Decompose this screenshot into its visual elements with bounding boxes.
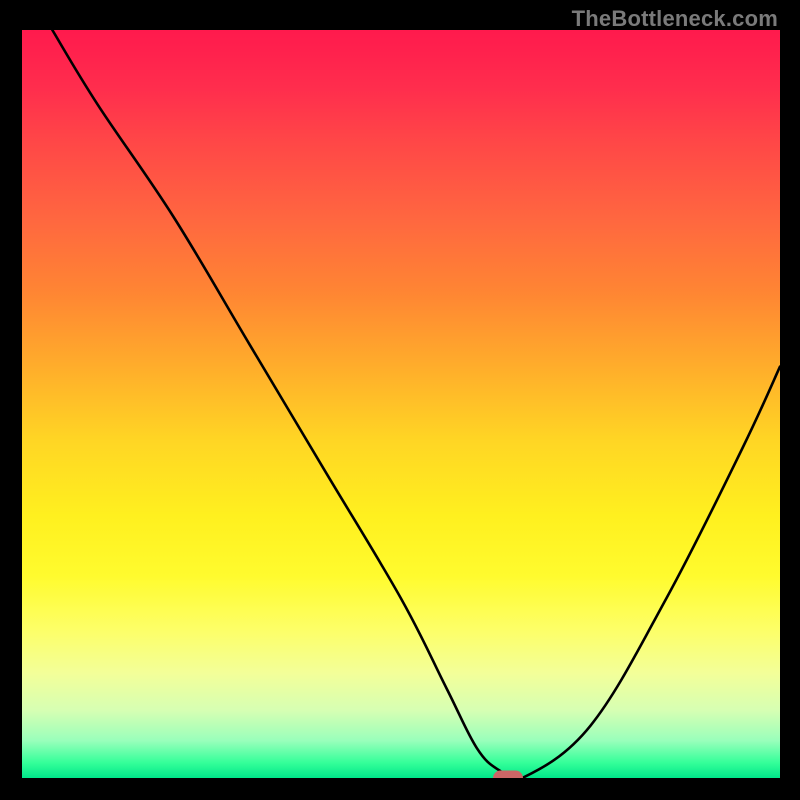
plot-area [20,30,780,780]
watermark-text: TheBottleneck.com [572,6,778,32]
bottleneck-curve-path [52,30,780,778]
line-chart-svg [22,30,780,778]
chart-container: TheBottleneck.com [0,0,800,800]
optimal-point-marker [493,770,523,780]
